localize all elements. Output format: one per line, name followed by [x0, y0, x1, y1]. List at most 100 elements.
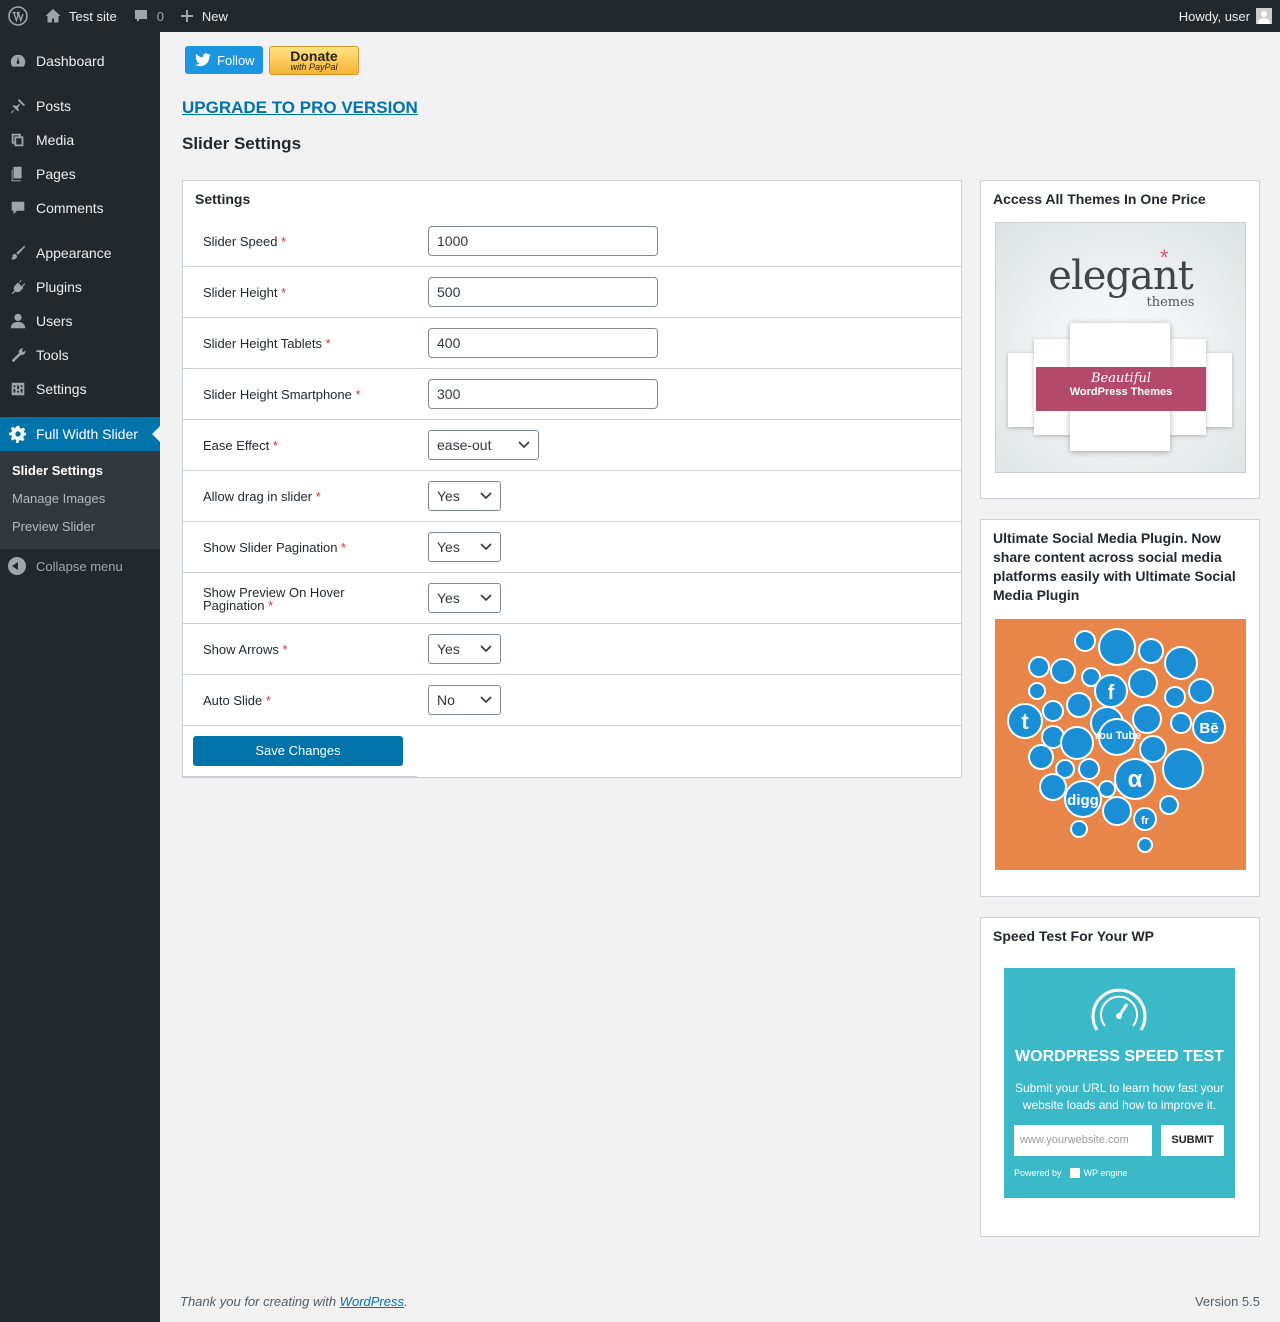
save-changes-button[interactable]: Save Changes: [193, 736, 403, 766]
field-label: Auto Slide *: [203, 693, 271, 708]
twitter-follow-button[interactable]: Follow: [185, 46, 263, 74]
sidebar-item-label: Appearance: [36, 245, 112, 261]
comments-link[interactable]: 0: [125, 0, 172, 32]
sidebar-item-appearance[interactable]: Appearance: [0, 236, 160, 270]
speed-test-widget: Speed Test For Your WP WORDPRESS SPEED T…: [980, 917, 1260, 1237]
collapse-label: Collapse menu: [36, 558, 123, 574]
avatar: [1256, 8, 1272, 24]
speed-widget-title: Speed Test For Your WP: [993, 928, 1155, 944]
site-name-link[interactable]: Test site: [36, 0, 125, 32]
pin-icon: [8, 96, 28, 116]
slider-submenu: Slider Settings Manage Images Preview Sl…: [0, 451, 160, 549]
field-label: Allow drag in slider *: [203, 489, 321, 504]
sidebar-item-dashboard[interactable]: Dashboard: [0, 44, 160, 78]
speed-headline: WORDPRESS SPEED TEST: [1015, 1048, 1224, 1065]
sidebar-item-label: Users: [36, 313, 73, 329]
sidebar-item-comments[interactable]: Comments: [0, 191, 160, 225]
sidebar-item-plugins[interactable]: Plugins: [0, 270, 160, 304]
sidebar-item-label: Tools: [36, 347, 69, 363]
field-label: Slider Height Tablets *: [203, 336, 331, 351]
sidebar-item-label: Media: [36, 132, 75, 148]
user-icon: [8, 311, 28, 331]
chevron-down-icon: [518, 441, 530, 449]
preview-hover-select[interactable]: Yes: [428, 583, 501, 613]
themes-widget-title: Access All Themes In One Price: [993, 191, 1206, 207]
new-content-link[interactable]: New: [172, 0, 236, 32]
auto-slide-select[interactable]: No: [428, 685, 501, 715]
wordpress-logo-icon[interactable]: [0, 0, 36, 32]
wordpress-link[interactable]: WordPress: [340, 1294, 404, 1309]
upgrade-pro-link[interactable]: UPGRADE TO PRO VERSION: [182, 98, 418, 118]
field-label: Show Slider Pagination *: [203, 540, 347, 555]
settings-icon: [8, 379, 28, 399]
show-arrows-row: Show Arrows * Yes: [183, 624, 961, 675]
media-icon: [8, 130, 28, 150]
submenu-preview-slider[interactable]: Preview Slider: [0, 513, 160, 541]
slider-height-tablets-row: Slider Height Tablets * 400: [183, 318, 961, 369]
submenu-slider-settings[interactable]: Slider Settings: [0, 457, 160, 485]
page-title: Slider Settings: [182, 134, 302, 153]
sidebar-item-label: Full Width Slider: [36, 426, 138, 442]
slider-speed-row: Slider Speed * 1000: [183, 216, 961, 267]
settings-box-title: Settings: [195, 191, 251, 207]
ease-effect-select[interactable]: ease-out: [428, 430, 539, 460]
slider-speed-input[interactable]: 1000: [428, 226, 658, 256]
show-pagination-row: Show Slider Pagination * Yes: [183, 522, 961, 573]
ad-brand: elegant: [1048, 253, 1193, 299]
sidebar-item-label: Dashboard: [36, 53, 105, 69]
asterisk-icon: *: [1160, 245, 1169, 270]
paypal-donate-button[interactable]: Donate with PayPal: [269, 46, 359, 75]
footer-version: Version 5.5: [1194, 1294, 1260, 1309]
sidebar-item-users[interactable]: Users: [0, 304, 160, 338]
slider-height-smartphone-input[interactable]: 300: [428, 379, 658, 409]
sidebar-item-media[interactable]: Media: [0, 123, 160, 157]
chevron-down-icon: [480, 696, 492, 704]
elegant-themes-ad[interactable]: elegant * themes Beautiful WordPress The…: [995, 222, 1246, 473]
allow-drag-select[interactable]: Yes: [428, 481, 501, 511]
social-widget-title: Ultimate Social Media Plugin. Now share …: [993, 530, 1236, 603]
slider-height-tablets-input[interactable]: 400: [428, 328, 658, 358]
allow-drag-row: Allow drag in slider * Yes: [183, 471, 961, 522]
admin-sidebar: Dashboard Posts Media Pages Comments App…: [0, 32, 160, 1322]
ad-brand-sub: themes: [1146, 295, 1195, 310]
field-label: Ease Effect *: [203, 438, 278, 453]
new-label: New: [201, 8, 228, 24]
speedometer-icon: [1091, 988, 1147, 1031]
auto-slide-row: Auto Slide * No: [183, 675, 961, 726]
svg-text:You Tube: You Tube: [1093, 730, 1141, 742]
twitter-bird-icon: [195, 53, 211, 67]
svg-text:digg: digg: [1067, 792, 1099, 809]
website-url-input[interactable]: www.yourwebsite.com: [1014, 1125, 1152, 1156]
sidebar-item-label: Comments: [36, 200, 104, 216]
show-pagination-select[interactable]: Yes: [428, 532, 501, 562]
sidebar-item-label: Plugins: [36, 279, 82, 295]
field-label: Show Preview On Hover Pagination *: [203, 585, 345, 613]
social-plugin-widget: Ultimate Social Media Plugin. Now share …: [980, 519, 1260, 897]
home-icon: [45, 9, 61, 23]
speed-submit-button[interactable]: SUBMIT: [1161, 1125, 1224, 1156]
sidebar-item-posts[interactable]: Posts: [0, 89, 160, 123]
collapse-menu-button[interactable]: Collapse menu: [0, 549, 160, 583]
brush-icon: [8, 243, 28, 263]
sidebar-item-settings[interactable]: Settings: [0, 372, 160, 406]
submenu-manage-images[interactable]: Manage Images: [0, 485, 160, 513]
sidebar-item-tools[interactable]: Tools: [0, 338, 160, 372]
field-label: Slider Height *: [203, 285, 287, 300]
show-arrows-select[interactable]: Yes: [428, 634, 501, 664]
divider: [183, 776, 417, 777]
my-account-link[interactable]: Howdy, user: [1171, 0, 1280, 32]
sidebar-item-label: Pages: [36, 166, 76, 182]
speed-test-ad[interactable]: WORDPRESS SPEED TEST Submit your URL to …: [1004, 968, 1235, 1198]
comment-icon: [8, 198, 28, 218]
sidebar-item-full-width-slider[interactable]: Full Width Slider: [0, 417, 160, 451]
chevron-down-icon: [480, 645, 492, 653]
social-media-ad[interactable]: t f You Tube Bē digg fr α: [995, 619, 1246, 870]
field-label: Show Arrows *: [203, 642, 288, 657]
chevron-down-icon: [480, 594, 492, 602]
powered-by: Powered by WP engine: [1014, 1168, 1128, 1178]
settings-form: Settings Slider Speed * 1000 Slider Heig…: [182, 180, 962, 778]
preview-hover-row: Show Preview On Hover Pagination * Yes: [183, 573, 961, 624]
footer-thanks: Thank you for creating with WordPress.: [180, 1294, 408, 1309]
slider-height-input[interactable]: 500: [428, 277, 658, 307]
sidebar-item-pages[interactable]: Pages: [0, 157, 160, 191]
